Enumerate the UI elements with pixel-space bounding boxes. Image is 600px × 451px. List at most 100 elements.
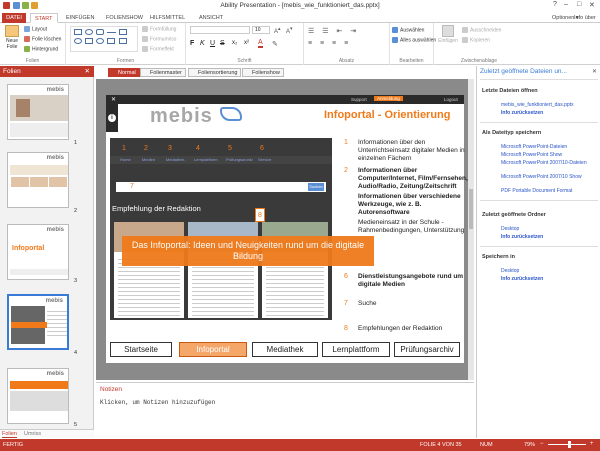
save-in-link[interactable]: Desktop	[501, 268, 597, 274]
recent-folders-reset-link[interactable]: Info zurücksetzen	[501, 234, 597, 240]
subscript-icon[interactable]: x₂	[232, 40, 237, 46]
slide-thumb-number: 4	[74, 350, 78, 356]
tab-folien-pane[interactable]: Folien	[2, 431, 17, 438]
recent-folder-link[interactable]: Desktop	[501, 226, 597, 232]
circle-shape-icon[interactable]	[74, 38, 82, 44]
formeffekt-button[interactable]: Formeffekt	[142, 46, 174, 52]
view-tab-normal[interactable]: Normal	[108, 68, 140, 77]
close-pane-icon[interactable]: ✕	[85, 66, 90, 77]
superscript-icon[interactable]: x²	[244, 40, 249, 46]
nav-button-startseite: Startseite	[110, 342, 172, 357]
scrollbar-thumb[interactable]	[469, 189, 473, 229]
kopieren-button[interactable]: Kopieren	[462, 37, 490, 43]
rounded-rect-shape-icon[interactable]	[96, 29, 104, 35]
zoom-slider-thumb[interactable]	[568, 441, 571, 448]
slide-thumb-4[interactable]: mebis	[7, 294, 69, 350]
folie-loeschen-button[interactable]: Folie löschen	[24, 36, 61, 42]
shapes-gallery[interactable]	[70, 26, 138, 52]
save-as-link[interactable]: Microsoft PowerPoint 2007/10-Dateien	[501, 160, 597, 166]
save-as-link[interactable]: Microsoft PowerPoint 2007/10 Show	[501, 174, 597, 180]
slide[interactable]: ✕ Support Anmeldung Logout i mebis Infop…	[106, 95, 468, 363]
info-menu[interactable]: Info über	[572, 13, 598, 23]
font-color-icon[interactable]: A	[258, 39, 263, 48]
zoom-in-icon[interactable]: +	[590, 441, 594, 447]
tab-einfuegen[interactable]: EINFÜGEN	[62, 13, 98, 23]
recent-files-title: Letzte Dateien öffnen	[482, 88, 538, 94]
view-tab-folienmaster[interactable]: Folienmaster	[140, 68, 186, 77]
auswaehlen-button[interactable]: Auswählen	[392, 27, 424, 33]
save-as-link[interactable]: PDF Portable Document Format	[501, 188, 597, 194]
textbox-shape-icon[interactable]	[119, 29, 127, 35]
formfuellung-button[interactable]: Formfüllung	[142, 26, 176, 32]
tab-ansicht[interactable]: ANSICHT	[195, 13, 227, 23]
thumb-logo: mebis	[46, 87, 64, 93]
ausschneiden-button[interactable]: Ausschneiden	[462, 27, 501, 33]
slide-thumb-3[interactable]: mebis Infoportal	[7, 224, 69, 280]
thumb-logo: mebis	[46, 155, 64, 161]
view-tab-label: Folienshow	[252, 70, 280, 76]
support-link: Support	[351, 97, 367, 102]
formumriss-button[interactable]: Formumriss	[142, 36, 176, 42]
tab-umriss-pane[interactable]: Umriss	[24, 431, 41, 437]
tab-folienshow[interactable]: FOLIENSHOW	[102, 13, 147, 23]
line-shape-icon[interactable]	[107, 32, 116, 33]
callout-shape-icon[interactable]	[119, 38, 127, 44]
nav-button-mediathek: Mediathek	[252, 342, 318, 357]
delete-slide-icon	[24, 36, 30, 42]
save-as-link[interactable]: Microsoft PowerPoint Show	[501, 152, 597, 158]
slide-thumb-2[interactable]: mebis	[7, 152, 69, 208]
frame-shape-icon[interactable]	[107, 38, 115, 44]
group-bearbeiten-label: Bearbeiten	[399, 58, 424, 64]
slide-thumb-1[interactable]: mebis	[7, 84, 69, 140]
group-folien-label: Folien	[25, 58, 40, 64]
bold-icon[interactable]: F	[190, 40, 194, 47]
maximize-icon[interactable]: □	[577, 1, 581, 8]
item-number: 8	[344, 325, 348, 332]
save-as-link[interactable]: Microsoft PowerPoint-Dateien	[501, 144, 597, 150]
thumb-title: Infoportal	[12, 245, 45, 252]
close-icon[interactable]: ✕	[589, 1, 595, 9]
slide-canvas[interactable]: ✕ Support Anmeldung Logout i mebis Infop…	[96, 79, 474, 380]
alles-auswaehlen-button[interactable]: Alles auswählen	[392, 37, 436, 43]
zoom-slider[interactable]	[548, 441, 586, 448]
list-icons[interactable]: ☰ ☰ ⇤ ⇥	[308, 27, 359, 35]
view-tab-foliensortierung[interactable]: Foliensortierung	[188, 68, 242, 77]
close-pane-icon[interactable]: ✕	[592, 68, 597, 75]
shrink-font-icon[interactable]: A▾	[286, 26, 293, 35]
hintergrund-button[interactable]: Hintergrund	[24, 46, 58, 52]
underline-icon[interactable]: U	[210, 40, 215, 47]
slides-pane-header: Folien ✕	[0, 66, 94, 77]
align-icons[interactable]: ≡ ≡ ≡ ≡	[308, 40, 351, 47]
oval-shape-icon[interactable]	[85, 29, 93, 35]
highlight-icon[interactable]: ✎	[272, 40, 278, 48]
notes-input[interactable]: Klicken, um Notizen hinzuzufügen	[100, 399, 215, 406]
square-shape-icon[interactable]	[85, 38, 93, 44]
grow-font-icon[interactable]: A▴	[274, 26, 281, 35]
strikethrough-icon[interactable]: S	[220, 40, 225, 47]
italic-icon[interactable]: K	[200, 40, 205, 47]
font-size-select[interactable]: 10	[252, 26, 270, 34]
view-tab-folienshow[interactable]: Folienshow	[242, 68, 284, 77]
save-in-reset-link[interactable]: Info zurücksetzen	[501, 276, 597, 282]
tab-hilfsmittel[interactable]: HILFSMITTEL	[146, 13, 189, 23]
recent-files-reset-link[interactable]: Info zurücksetzen	[501, 110, 597, 116]
rectangle-shape-icon[interactable]	[74, 29, 82, 35]
slide-thumb-5[interactable]: mebis	[7, 368, 69, 424]
layout-button[interactable]: Layout	[24, 26, 47, 32]
einfuegen-button[interactable]: Einfügen	[438, 25, 458, 44]
ellipse-shape-icon[interactable]	[96, 38, 104, 44]
website-search-button: Suchen	[308, 183, 324, 191]
info-label: Info über	[574, 15, 596, 21]
minimize-icon[interactable]: –	[564, 1, 568, 8]
item-number: 1	[344, 139, 348, 146]
zoom-out-icon[interactable]: −	[540, 441, 544, 447]
font-name-select[interactable]	[190, 26, 250, 34]
tab-datei[interactable]: DATEI	[2, 13, 26, 23]
title-bar: Ability Presentation - [mebis_wie_funkti…	[0, 0, 600, 12]
slide-side-strip: i	[106, 104, 118, 132]
canvas-scrollbar[interactable]	[468, 79, 474, 380]
help-icon[interactable]: ?	[553, 1, 557, 8]
tab-start[interactable]: START	[30, 13, 58, 23]
recent-file-link[interactable]: mebis_wie_funktioniert_das.pptx	[501, 102, 597, 108]
neue-folie-button[interactable]: Neue Folie	[3, 25, 21, 50]
